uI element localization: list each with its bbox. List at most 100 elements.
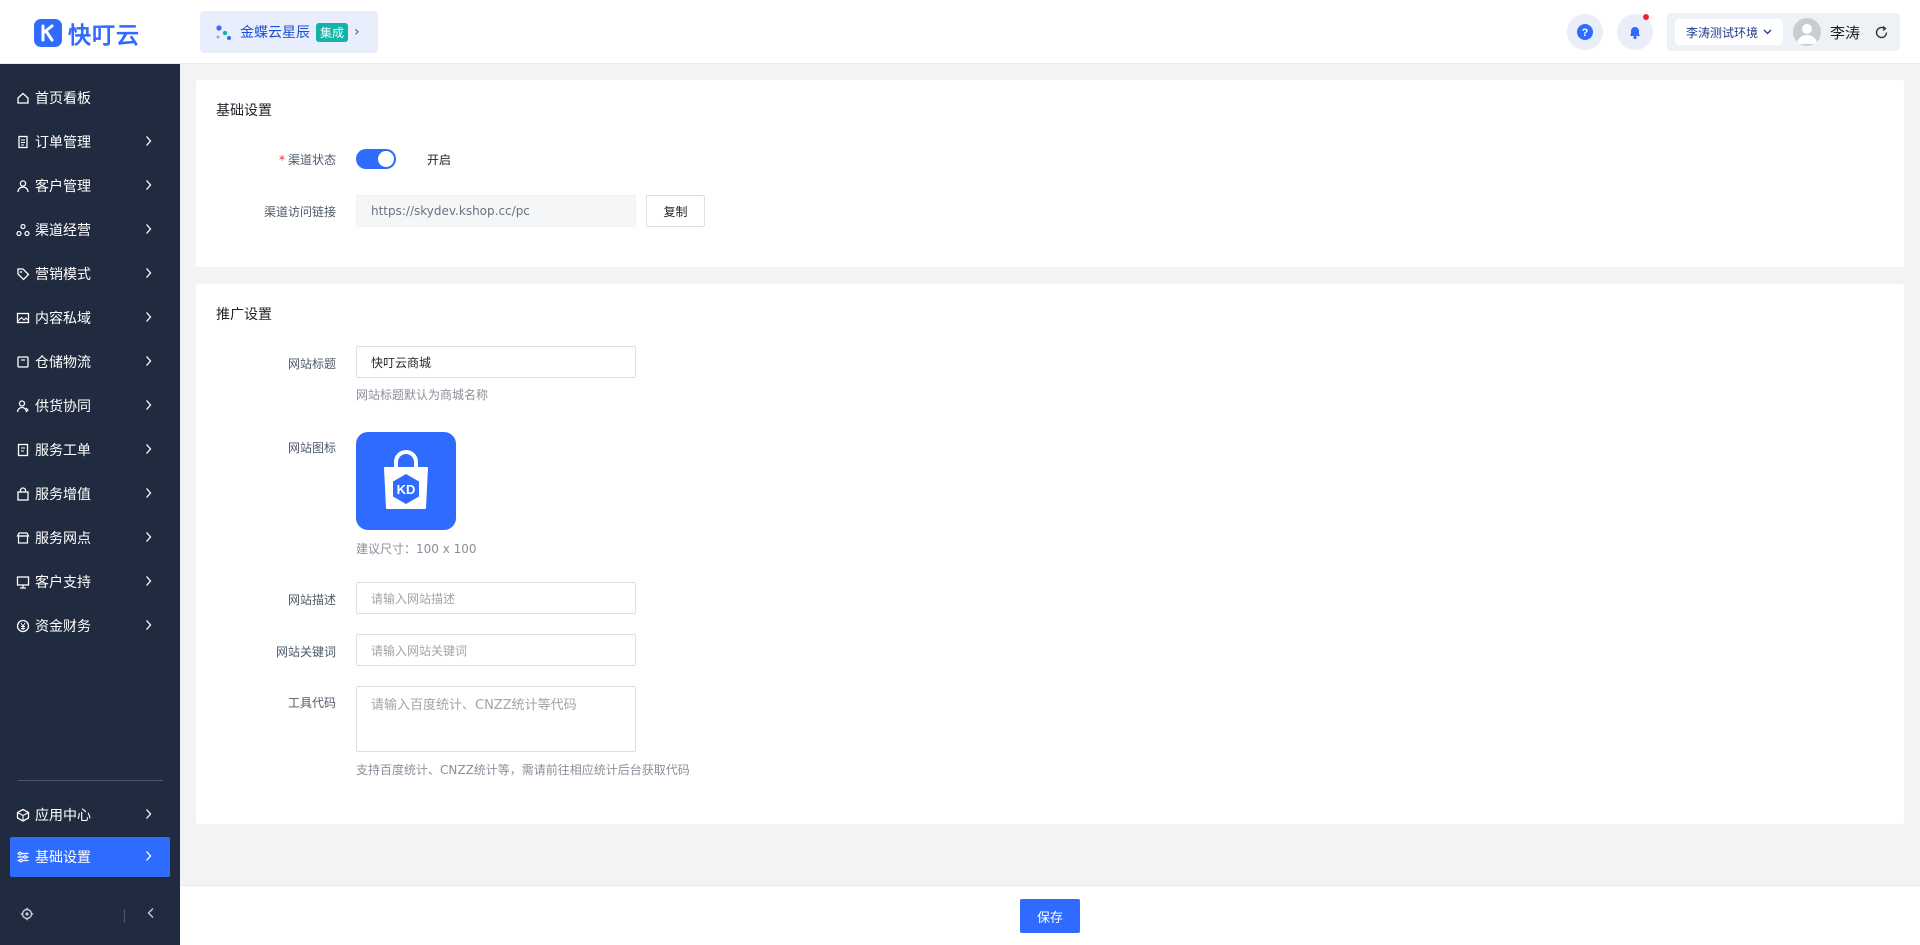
channel-status-switch[interactable] — [356, 149, 396, 169]
sidebar-item-label: 客户支持 — [35, 575, 91, 591]
sidebar-item-label: 服务工单 — [35, 443, 91, 459]
help-button[interactable]: ? — [1567, 14, 1603, 50]
footer-bar: 保存 — [180, 885, 1920, 945]
user-name: 李涛 — [1830, 23, 1861, 42]
tag-icon — [16, 267, 30, 281]
sidebar-item[interactable]: 仓储物流 — [0, 340, 180, 384]
channel-link-label: 渠道访问链接 — [263, 205, 336, 219]
order-icon — [16, 135, 30, 149]
site-icon-hint: 建议尺寸：100 x 100 — [356, 542, 477, 556]
sidebar-item-label: 营销模式 — [35, 267, 91, 283]
channel-status-text: 开启 — [427, 153, 452, 167]
svg-text:KD: KD — [397, 482, 416, 497]
user-icon — [16, 179, 30, 193]
ticket-icon — [16, 443, 30, 457]
chevron-right-icon — [145, 487, 152, 503]
chevron-right-icon — [145, 135, 152, 151]
chevron-right-icon: › — [354, 24, 360, 40]
supplier-icon — [16, 399, 30, 413]
settings-sliders-icon — [16, 850, 30, 864]
gear-icon[interactable] — [20, 907, 34, 921]
site-title-input[interactable]: 快叮云商城 — [356, 346, 636, 378]
sidebar-item[interactable]: 服务增值 — [0, 472, 180, 516]
image-icon — [16, 311, 30, 325]
site-keywords-input[interactable]: 请输入网站关键词 — [356, 634, 636, 666]
main-content: 基础设置 * 渠道状态 开启 渠道访问链接 https://skydev.ksho… — [180, 64, 1920, 885]
channel-link-field[interactable]: https://skydev.kshop.cc/pc — [356, 195, 636, 227]
user-area: 李涛测试环境 李涛 — [1667, 13, 1900, 51]
collapse-sidebar-icon[interactable] — [146, 907, 156, 919]
chevron-right-icon — [145, 311, 152, 327]
sidebar-footer — [0, 885, 180, 945]
sidebar-item[interactable]: 订单管理 — [0, 120, 180, 164]
chevron-right-icon — [145, 575, 152, 591]
logo-text: 快叮云 — [68, 23, 140, 49]
sidebar-item-label: 内容私域 — [35, 311, 91, 327]
required-mark: * — [278, 153, 285, 167]
chevron-right-icon — [145, 355, 152, 371]
logo-mark-icon — [34, 19, 62, 47]
copy-button[interactable]: 复制 — [646, 195, 705, 227]
store-icon — [16, 531, 30, 545]
product-switcher[interactable]: 金蝶云星辰 集成 › — [200, 11, 378, 53]
sidebar-item[interactable]: 供货协同 — [0, 384, 180, 428]
channel-icon — [16, 223, 30, 237]
sidebar-item[interactable]: 渠道经营 — [0, 208, 180, 252]
tool-code-label: 工具代码 — [287, 696, 336, 710]
chevron-right-icon — [145, 179, 152, 195]
top-header: 快叮云 金蝶云星辰 集成 › ? 李涛测试环境 李涛 — [0, 0, 1920, 64]
sidebar-item[interactable]: 服务网点 — [0, 516, 180, 560]
sidebar-item[interactable]: 基础设置 — [10, 837, 170, 877]
notification-button[interactable] — [1617, 14, 1653, 50]
home-icon — [16, 91, 30, 105]
sidebar-item[interactable]: 首页看板 — [0, 76, 180, 120]
avatar-person-icon — [1797, 24, 1817, 44]
site-title-hint: 网站标题默认为商城名称 — [356, 388, 489, 402]
site-desc-input[interactable]: 请输入网站描述 — [356, 582, 636, 614]
notification-dot — [1643, 14, 1649, 20]
save-button[interactable]: 保存 — [1020, 899, 1080, 933]
refresh-icon[interactable] — [1874, 25, 1889, 40]
sidebar-item[interactable]: 客户支持 — [0, 560, 180, 604]
environment-label: 李涛测试环境 — [1685, 25, 1758, 40]
chevron-down-icon — [1763, 29, 1772, 35]
promo-settings-title: 推广设置 — [216, 307, 272, 323]
basic-settings-card: 基础设置 * 渠道状态 开启 渠道访问链接 https://skydev.ksho… — [196, 80, 1904, 267]
site-icon-upload[interactable]: KD — [356, 432, 456, 530]
environment-select[interactable]: 李涛测试环境 — [1675, 19, 1783, 45]
sidebar: 首页看板订单管理客户管理渠道经营营销模式内容私域仓储物流供货协同服务工单服务增值… — [0, 64, 180, 945]
sidebar-item[interactable]: 资金财务 — [0, 604, 180, 648]
sidebar-item[interactable]: 客户管理 — [0, 164, 180, 208]
channel-status-label: 渠道状态 — [287, 153, 336, 167]
site-title-label: 网站标题 — [287, 357, 336, 371]
avatar[interactable] — [1793, 18, 1821, 46]
app-logo[interactable]: 快叮云 — [34, 16, 140, 50]
sidebar-item[interactable]: 营销模式 — [0, 252, 180, 296]
sidebar-item-label: 渠道经营 — [35, 223, 91, 239]
sidebar-item-label: 基础设置 — [35, 850, 91, 866]
box-icon — [16, 355, 30, 369]
tool-code-hint: 支持百度统计、CNZZ统计等，需请前往相应统计后台获取代码 — [356, 763, 690, 777]
sidebar-item[interactable]: 服务工单 — [0, 428, 180, 472]
sidebar-item-label: 应用中心 — [35, 808, 91, 824]
shopping-bag-logo-icon: KD — [384, 450, 428, 509]
product-dots-icon — [216, 25, 231, 40]
chevron-right-icon — [145, 808, 152, 824]
sidebar-divider — [18, 780, 163, 781]
sidebar-bottom-menu: 应用中心 基础设置 — [0, 793, 180, 877]
sidebar-item-label: 供货协同 — [35, 399, 91, 415]
bell-icon — [1630, 27, 1640, 40]
sidebar-item[interactable]: 应用中心 — [0, 793, 180, 837]
sidebar-item-label: 客户管理 — [35, 179, 91, 195]
switch-knob — [378, 151, 394, 167]
sidebar-item-label: 订单管理 — [35, 135, 91, 151]
promo-settings-card: 推广设置 网站标题 快叮云商城 网站标题默认为商城名称 网站图标 KD 建议尺寸… — [196, 284, 1904, 824]
bag-icon — [16, 487, 30, 501]
chevron-right-icon — [145, 619, 152, 635]
sidebar-item[interactable]: 内容私域 — [0, 296, 180, 340]
tool-code-textarea[interactable]: 请输入百度统计、CNZZ统计等代码 — [356, 686, 636, 752]
chevron-right-icon — [145, 850, 152, 866]
channel-status-label-wrap: * 渠道状态 — [196, 151, 336, 168]
yuan-icon — [16, 619, 30, 633]
product-name: 金蝶云星辰 — [240, 25, 310, 41]
